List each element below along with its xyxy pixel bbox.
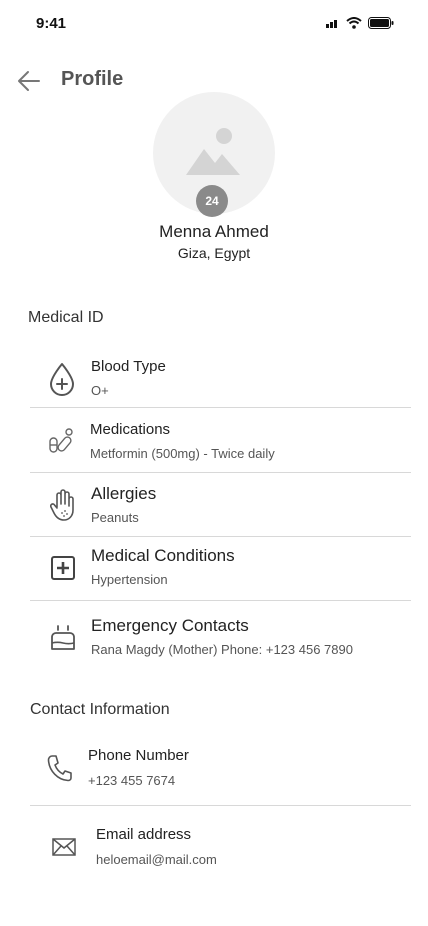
row-value: Metformin (500mg) - Twice daily xyxy=(90,446,275,461)
row-title: Phone Number xyxy=(88,747,189,764)
row-title: Medical Conditions xyxy=(91,546,235,565)
status-icons xyxy=(326,17,394,29)
emergency-light-icon xyxy=(51,625,75,650)
email-address-row[interactable]: Email address heloemail@mail.com xyxy=(30,806,411,876)
row-value: heloemail@mail.com xyxy=(96,852,217,867)
battery-icon xyxy=(368,17,394,29)
profile-screen: 9:41 Profile 24 Menna Ahmed Giza, Egypt … xyxy=(0,0,428,926)
hand-icon xyxy=(50,489,74,521)
row-title: Medications xyxy=(90,421,171,438)
row-title: Email address xyxy=(96,826,192,843)
back-button[interactable] xyxy=(16,68,42,94)
allergies-row[interactable]: Allergies Peanuts xyxy=(30,473,411,537)
row-title: Blood Type xyxy=(91,358,166,375)
mail-icon xyxy=(52,838,76,856)
page-title: Profile xyxy=(61,68,124,90)
status-time: 9:41 xyxy=(36,15,67,32)
row-title: Allergies xyxy=(91,484,157,503)
medical-box-icon xyxy=(51,556,75,580)
row-value: Hypertension xyxy=(91,572,168,587)
signal-icon xyxy=(326,20,337,28)
phone-number-row[interactable]: Phone Number +123 455 7674 xyxy=(30,738,411,806)
user-location: Giza, Egypt xyxy=(177,245,251,261)
row-value: +123 455 7674 xyxy=(88,773,176,788)
medications-row[interactable]: Medications Metformin (500mg) - Twice da… xyxy=(30,408,411,473)
emergency-contacts-row[interactable]: Emergency Contacts Rana Magdy (Mother) P… xyxy=(30,601,411,667)
medical-id-title: Medical ID xyxy=(28,309,104,326)
wifi-icon xyxy=(346,17,362,29)
medical-conditions-row[interactable]: Medical Conditions Hypertension xyxy=(30,537,411,601)
phone-icon xyxy=(47,755,72,782)
pills-icon xyxy=(49,428,73,453)
image-placeholder-icon xyxy=(186,128,240,175)
blood-type-row[interactable]: Blood Type O+ xyxy=(30,345,411,408)
contact-info-title: Contact Information xyxy=(30,701,170,718)
arrow-left-icon xyxy=(18,71,40,91)
row-title: Emergency Contacts xyxy=(91,616,249,635)
user-name: Menna Ahmed xyxy=(159,222,269,241)
row-value: O+ xyxy=(91,383,109,398)
blood-drop-plus-icon xyxy=(50,363,74,396)
row-value: Rana Magdy (Mother) Phone: +123 456 7890 xyxy=(91,642,353,657)
age-badge: 24 xyxy=(196,185,228,217)
row-value: Peanuts xyxy=(91,510,139,525)
